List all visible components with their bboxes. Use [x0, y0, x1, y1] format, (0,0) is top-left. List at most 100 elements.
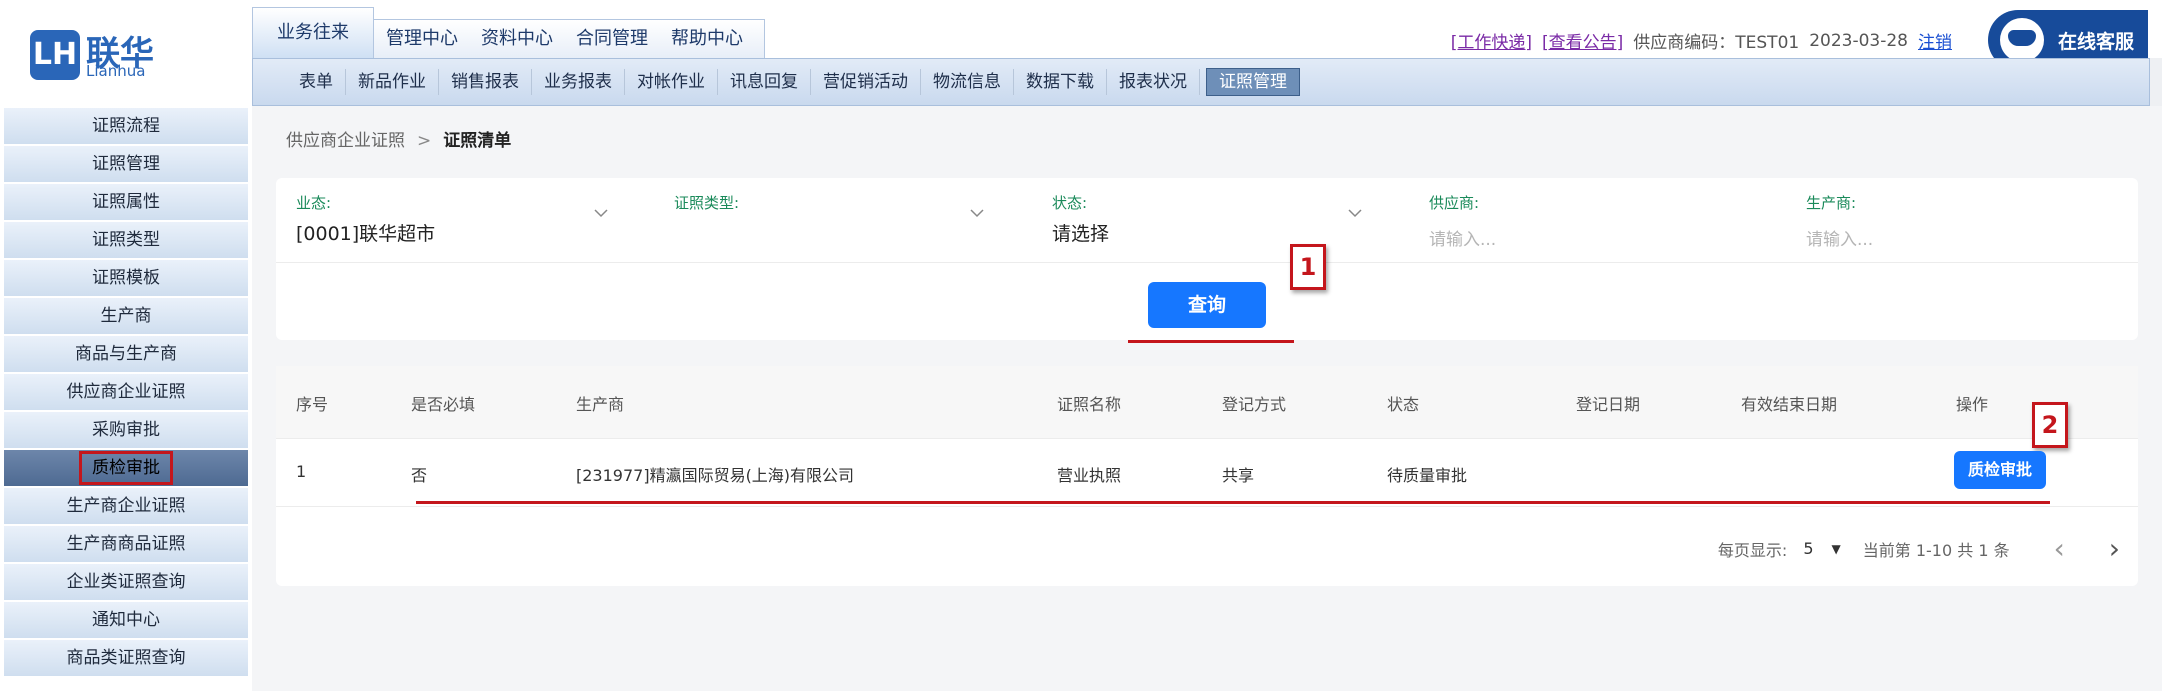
filter-row: 业态: [0001]联华超市 证照类型: 状态: 请选择 供应商: 请输入...… [276, 178, 2138, 263]
business-select[interactable]: 业态: [0001]联华超市 [296, 192, 626, 248]
main-content: 供应商企业证照 > 证照清单 业态: [0001]联华超市 证照类型: 状态: 请选… [252, 106, 2162, 691]
sidebar-item-cert-types[interactable]: 证照类型 [4, 222, 248, 260]
query-button[interactable]: 查询 [1148, 282, 1266, 328]
th-action: 操作 [1956, 395, 1989, 414]
subnav-reconcile[interactable]: 对帐作业 [625, 69, 718, 95]
subnav-business-report[interactable]: 业务报表 [532, 69, 625, 95]
subnav-new-product[interactable]: 新品作业 [346, 69, 439, 95]
sidebar-item-purchase-approval[interactable]: 采购审批 [4, 412, 248, 450]
supplier-label: 供应商: [1429, 194, 1480, 212]
sub-nav: 表单 新品作业 销售报表 业务报表 对帐作业 讯息回复 营促销活动 物流信息 数… [252, 58, 2150, 106]
sidebar-item-qc-approval-label: 质检审批 [79, 451, 173, 485]
breadcrumb-current: 证照清单 [443, 131, 512, 151]
tab-management[interactable]: 管理中心 [374, 20, 470, 58]
per-page-value: 5 [1803, 539, 1814, 558]
prev-page-icon[interactable]: ‹ [2054, 532, 2065, 565]
sidebar-item-producer-product-cert[interactable]: 生产商商品证照 [4, 526, 248, 564]
logout-link[interactable]: 注销 [1918, 28, 1952, 53]
subnav-sales-report[interactable]: 销售报表 [439, 69, 532, 95]
sidebar-item-notifications[interactable]: 通知中心 [4, 602, 248, 640]
top-right-links: [工作快递] [查看公告] 供应商编码：TEST01 2023-03-28 注销 [1451, 28, 1952, 54]
subnav-message-reply[interactable]: 讯息回复 [718, 69, 811, 95]
work-quick-link[interactable]: [工作快递] [1451, 28, 1532, 53]
status-value: 请选择 [1052, 223, 1110, 245]
sidebar-item-producer-cert[interactable]: 生产商企业证照 [4, 488, 248, 526]
current-date: 2023-03-28 [1809, 30, 1908, 51]
main-tabs: 业务往来 管理中心 资料中心 合同管理 帮助中心 [252, 6, 765, 58]
th-index: 序号 [296, 395, 329, 414]
th-reg-date: 登记日期 [1576, 395, 1641, 414]
subnav-report-status[interactable]: 报表状况 [1107, 69, 1200, 95]
supplier-code: 供应商编码：TEST01 [1633, 33, 1800, 53]
sidebar: 证照流程 证照管理 证照属性 证照类型 证照模板 生产商 商品与生产商 供应商企… [0, 108, 252, 691]
cert-type-label: 证照类型: [674, 194, 740, 212]
business-chevron-down-icon[interactable] [594, 206, 608, 220]
page-summary: 当前第 1-10 共 1 条 [1862, 540, 2010, 560]
tab-data[interactable]: 资料中心 [469, 20, 565, 58]
annotation-marker-1: 1 [1290, 244, 1326, 290]
subnav-logistics[interactable]: 物流信息 [921, 69, 1014, 95]
tab-contract[interactable]: 合同管理 [564, 20, 660, 58]
status-select[interactable]: 状态: 请选择 [1052, 192, 1382, 248]
sidebar-item-supplier-cert[interactable]: 供应商企业证照 [4, 374, 248, 412]
subnav-cert-management[interactable]: 证照管理 [1206, 68, 1300, 96]
tab-business[interactable]: 业务往来 [252, 7, 374, 58]
filter-card: 业态: [0001]联华超市 证照类型: 状态: 请选择 供应商: 请输入...… [276, 178, 2138, 343]
tab-help[interactable]: 帮助中心 [659, 20, 755, 58]
online-service-label: 在线客服 [2058, 30, 2135, 53]
sidebar-item-cert-management[interactable]: 证照管理 [4, 146, 248, 184]
td-producer: [231977]精瀛国际贸易(上海)有限公司 [576, 466, 855, 485]
lianhua-logo-icon: LH [30, 30, 80, 80]
sidebar-item-qc-approval[interactable]: 质检审批 [4, 450, 248, 488]
th-producer: 生产商 [576, 395, 625, 414]
logo-name-en: Lianhua [86, 62, 146, 80]
per-page-select[interactable]: 5 ▼ [1803, 539, 1840, 558]
supplier-placeholder: 请输入... [1429, 230, 1497, 250]
producer-label: 生产商: [1806, 194, 1857, 212]
main-tab-group: 管理中心 资料中心 合同管理 帮助中心 [373, 19, 765, 58]
pagination: 每页显示: 5 ▼ 当前第 1-10 共 1 条 ‹ › [1718, 532, 2120, 565]
sidebar-item-cert-attributes[interactable]: 证照属性 [4, 184, 248, 222]
qc-approval-button[interactable]: 质检审批 [1954, 451, 2046, 489]
td-cert-name: 营业执照 [1057, 466, 1122, 485]
subnav-promotion[interactable]: 营促销活动 [811, 69, 921, 95]
cert-type-chevron-down-icon[interactable] [970, 206, 984, 220]
td-index: 1 [296, 462, 307, 481]
sidebar-item-product-cert-query[interactable]: 商品类证照查询 [4, 640, 248, 678]
query-annotation-underline [1128, 340, 1294, 343]
cert-table: 序号 是否必填 生产商 证照名称 登记方式 状态 登记日期 有效结束日期 操作 … [276, 366, 2138, 586]
business-value: [0001]联华超市 [296, 223, 436, 245]
tencent-service-icon [2000, 18, 2044, 62]
per-page-label: 每页显示: [1717, 540, 1788, 560]
status-label: 状态: [1052, 194, 1088, 212]
breadcrumb: 供应商企业证照 > 证照清单 [286, 126, 511, 151]
notice-link[interactable]: [查看公告] [1542, 28, 1623, 53]
th-end-date: 有效结束日期 [1741, 395, 1838, 414]
producer-input[interactable]: 生产商: 请输入... [1806, 192, 2136, 250]
cert-type-select[interactable]: 证照类型: [674, 192, 1004, 248]
td-status: 待质量审批 [1387, 466, 1468, 485]
sidebar-item-cert-templates[interactable]: 证照模板 [4, 260, 248, 298]
subnav-download[interactable]: 数据下载 [1014, 69, 1107, 95]
breadcrumb-parent[interactable]: 供应商企业证照 [286, 131, 405, 151]
subnav-form[interactable]: 表单 [287, 69, 346, 95]
table-row: 1 否 [231977]精瀛国际贸易(上海)有限公司 营业执照 共享 待质量审批… [276, 438, 2138, 507]
td-reg-method: 共享 [1222, 466, 1255, 485]
next-page-icon[interactable]: › [2109, 532, 2120, 565]
sidebar-item-cert-flow[interactable]: 证照流程 [4, 108, 248, 146]
logo-area: LH 联华 Lianhua [0, 0, 252, 108]
th-reg-method: 登记方式 [1222, 395, 1287, 414]
producer-placeholder: 请输入... [1806, 230, 1874, 250]
breadcrumb-separator-icon: > [417, 131, 432, 151]
th-cert-name: 证照名称 [1057, 395, 1122, 414]
td-required: 否 [411, 466, 428, 485]
th-status: 状态 [1387, 395, 1420, 414]
status-chevron-down-icon[interactable] [1348, 206, 1362, 220]
per-page-caret-icon: ▼ [1831, 541, 1841, 556]
business-label: 业态: [296, 194, 332, 212]
sidebar-item-company-cert-query[interactable]: 企业类证照查询 [4, 564, 248, 602]
supplier-input[interactable]: 供应商: 请输入... [1429, 192, 1759, 250]
sidebar-item-products-producers[interactable]: 商品与生产商 [4, 336, 248, 374]
table-header: 序号 是否必填 生产商 证照名称 登记方式 状态 登记日期 有效结束日期 操作 [276, 366, 2138, 439]
sidebar-item-producers[interactable]: 生产商 [4, 298, 248, 336]
